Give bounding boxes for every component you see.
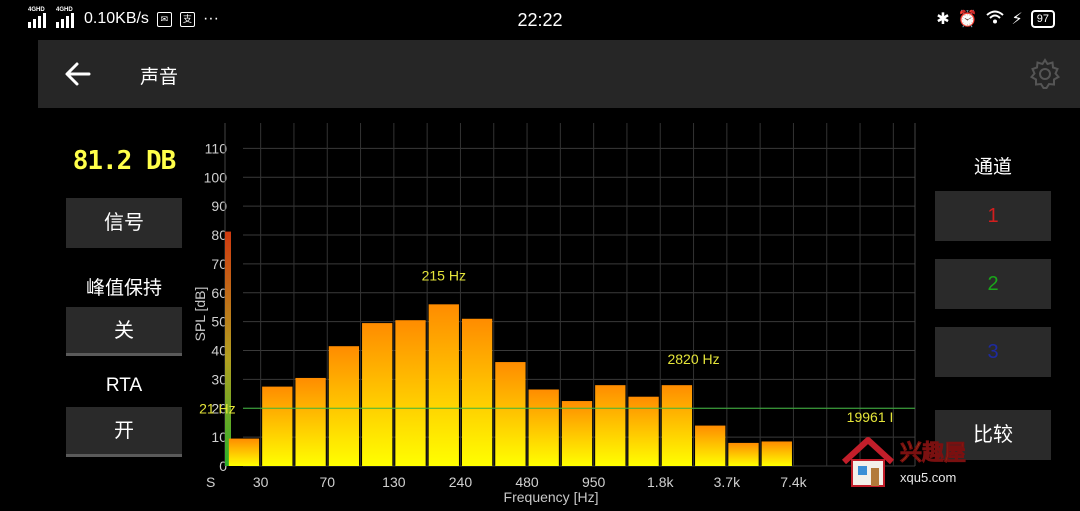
x-tick-label: 950 [582,474,606,490]
x-tick-label: 130 [382,474,406,490]
y-axis-label: SPL [dB] [192,287,208,342]
back-arrow-icon[interactable] [63,60,93,88]
x-tick-label: 3.7k [714,474,741,490]
bluetooth-icon: ✱ [936,11,950,28]
status-bar: 4GHD 4GHD 0.10KB/s ✉ 支 ··· 22:22 ✱ ⏰ ⚡ 9… [0,0,1080,40]
spectrum-bar [528,389,559,466]
peak-annotation: 2820 Hz [667,351,719,367]
spectrum-bar [262,386,293,466]
clock: 22:22 [517,10,563,30]
y-tick-label: 110 [205,140,228,156]
gear-icon[interactable] [1028,57,1062,91]
channel-label: 通道 [973,157,1012,178]
channel-3-button[interactable]: 3 [935,327,1051,377]
spectrum-bar [728,442,759,466]
x-axis-label: Frequency [Hz] [504,489,599,505]
wifi-icon [985,10,1004,29]
level-readout: 81.2 DB [72,146,177,176]
peak-hold-toggle[interactable]: 关 [66,307,182,356]
spectrum-bar [295,377,326,466]
alarm-icon: ⏰ [957,11,978,28]
x-tick-label: 1.8k [647,474,674,490]
spectrum-bar [661,385,693,466]
spectrum-bar [461,318,493,466]
peak-annotation: 19961 I [847,409,894,425]
spectrum-bar [761,441,792,466]
level-meter-bar [225,231,231,466]
status-right: ✱ ⏰ ⚡ 97 [936,9,1055,29]
x-tick-label: 30 [253,474,269,490]
y-tick-label: 100 [204,169,228,185]
rta-toggle[interactable]: 开 [66,407,182,457]
channel-1-button[interactable]: 1 [935,191,1051,241]
spectrum-bar [628,396,659,466]
watermark-url: xqu5.com [900,470,956,485]
signal-button[interactable]: 信号 [66,198,182,248]
spectrum-bar [695,425,726,466]
spectrum-bar [395,320,426,466]
peak-annotation: 21 Hz [199,400,236,416]
x-tick-label: 480 [515,474,539,490]
peak-hold-label: 峰值保持 [85,278,162,299]
spectrum-bar [362,323,393,466]
channel-2-button[interactable]: 2 [935,259,1051,309]
x-tick-label: 70 [319,474,335,490]
spectrum-bar [328,346,360,466]
watermark-text: 兴趣屋 [900,440,966,466]
charging-icon: ⚡ [1011,11,1023,28]
x-tick-label: 7.4k [780,474,807,490]
spectrum-bar [495,362,526,466]
peak-annotation: 215 Hz [422,267,466,283]
battery-indicator: 97 [1030,10,1055,28]
spectrum-bar [595,385,626,466]
watermark-logo: 兴趣屋 xqu5.com [838,432,983,494]
x-tick-label: S [206,474,215,490]
rta-label: RTA [105,375,143,396]
spectrum-chart: 0102030405060708090100110215 Hz21 Hz2820… [192,123,916,505]
spectrum-bar [561,401,593,466]
spectrum-bar [428,304,459,466]
app-bar: 声音 [38,40,1080,108]
page-title: 声音 [140,67,179,88]
x-tick-label: 240 [449,474,473,490]
spectrum-bar [228,438,260,466]
